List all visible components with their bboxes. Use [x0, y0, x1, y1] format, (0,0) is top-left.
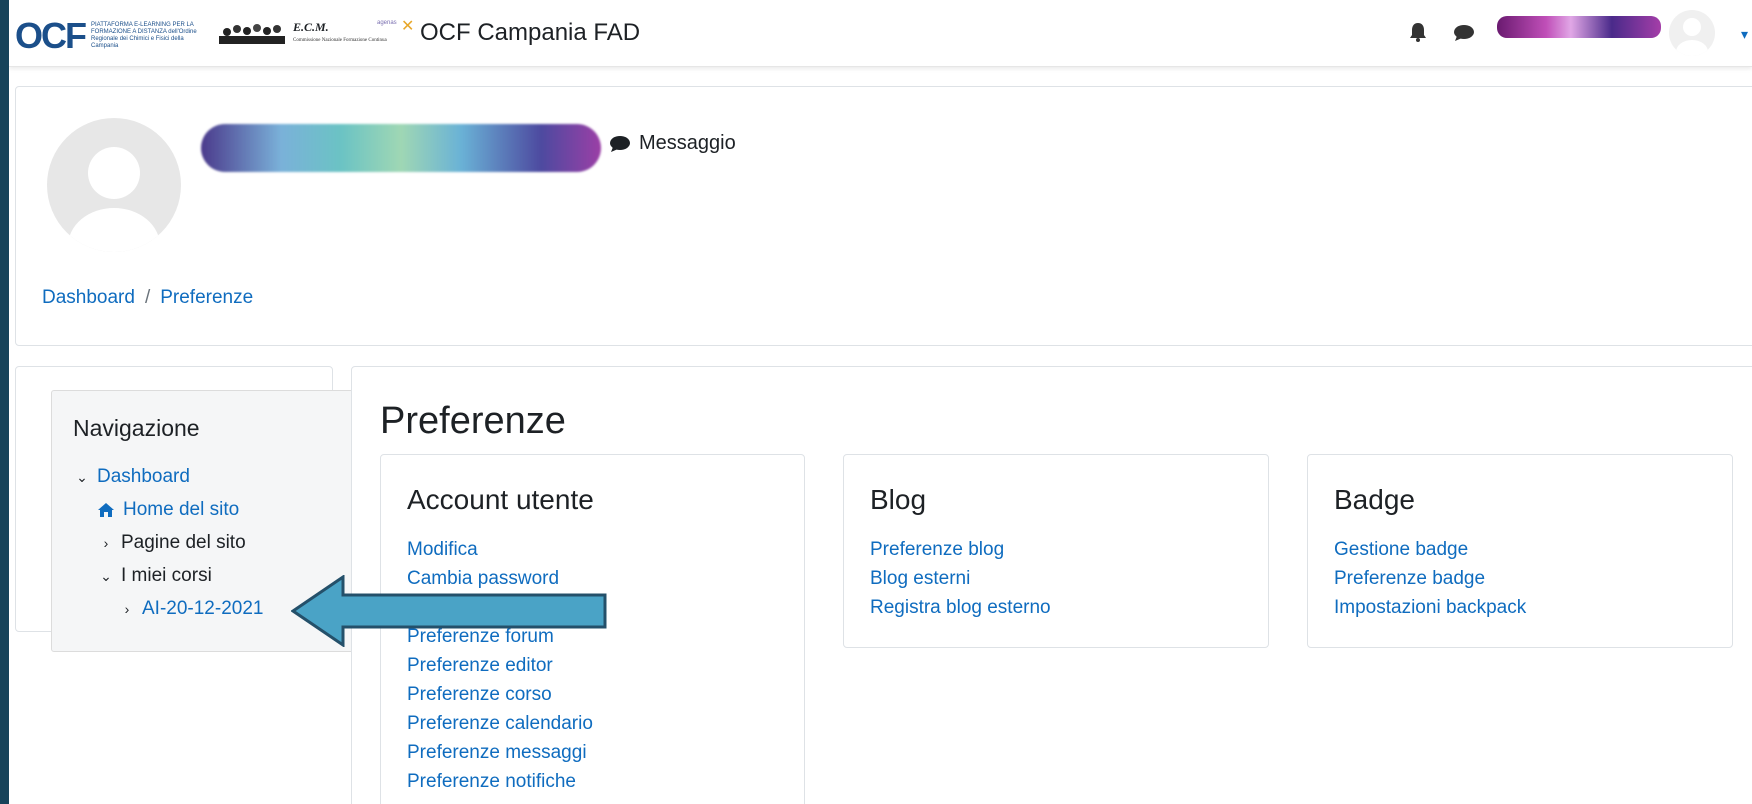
- card-badge-links: Gestione badge Preferenze badge Impostaz…: [1334, 535, 1526, 622]
- ocf-logo[interactable]: OCF PIATTAFORMA E-LEARNING PER LA FORMAZ…: [15, 18, 201, 54]
- agenas-logo-text: agenas: [377, 20, 397, 26]
- nav-item-site-pages[interactable]: › Pagine del sito: [99, 532, 246, 554]
- card-blog-title: Blog: [870, 484, 927, 515]
- card-blog-links: Preferenze blog Blog esterni Registra bl…: [870, 535, 1051, 622]
- ocf-logo-tagline: PIATTAFORMA E-LEARNING PER LA FORMAZIONE…: [91, 22, 197, 49]
- site-name[interactable]: OCF Campania FAD: [420, 19, 640, 47]
- chevron-right-icon: ›: [124, 601, 130, 617]
- agenas-mark-icon: ✕: [401, 18, 415, 35]
- link-modifica[interactable]: Modifica: [407, 535, 593, 564]
- card-account-title: Account utente: [407, 484, 594, 515]
- ecm-title: E.C.M.: [293, 20, 329, 34]
- chevron-down-icon: ⌄: [100, 567, 112, 584]
- moodle-screen: OCF PIATTAFORMA E-LEARNING PER LA FORMAZ…: [9, 0, 1752, 804]
- chevron-right-icon: ›: [103, 535, 109, 551]
- nav-item-my-courses[interactable]: ⌄ I miei corsi: [99, 565, 212, 587]
- link-impostazioni-backpack[interactable]: Impostazioni backpack: [1334, 593, 1526, 622]
- chat-icon: [610, 135, 630, 152]
- link-preferenze-notifiche[interactable]: Preferenze notifiche: [407, 767, 593, 796]
- chat-icon[interactable]: [1453, 24, 1475, 42]
- home-icon: [98, 503, 114, 517]
- annotation-arrow-icon: [291, 575, 607, 647]
- ecm-subtitle: Commissione Nazionale Formazione Continu…: [293, 38, 387, 43]
- profile-avatar: [47, 118, 181, 252]
- breadcrumb: Dashboard / Preferenze: [42, 287, 253, 309]
- card-badge-title: Badge: [1334, 484, 1415, 515]
- ocf-logo-text: OCF: [15, 15, 87, 56]
- profile-name-redacted: [201, 124, 601, 172]
- message-label: Messaggio: [639, 132, 736, 154]
- user-avatar[interactable]: [1669, 10, 1715, 56]
- breadcrumb-preferenze[interactable]: Preferenze: [160, 287, 253, 309]
- nav-item-label[interactable]: Home del sito: [123, 499, 239, 521]
- link-registra-blog-esterno[interactable]: Registra blog esterno: [870, 593, 1051, 622]
- top-navbar: OCF PIATTAFORMA E-LEARNING PER LA FORMAZ…: [9, 0, 1752, 67]
- navigation-title: Navigazione: [73, 415, 200, 441]
- nav-item-course[interactable]: › AI-20-12-2021: [120, 598, 264, 620]
- ecm-people-icon: [219, 24, 285, 44]
- link-preferenze-editor[interactable]: Preferenze editor: [407, 651, 593, 680]
- breadcrumb-dashboard[interactable]: Dashboard: [42, 287, 135, 309]
- chevron-down-icon: ⌄: [76, 468, 88, 485]
- link-preferenze-blog[interactable]: Preferenze blog: [870, 535, 1051, 564]
- user-name-redacted[interactable]: [1497, 16, 1661, 38]
- link-blog-esterni[interactable]: Blog esterni: [870, 564, 1051, 593]
- nav-item-dashboard[interactable]: ⌄ Dashboard: [75, 466, 190, 488]
- message-button[interactable]: Messaggio: [609, 132, 736, 155]
- link-preferenze-corso[interactable]: Preferenze corso: [407, 680, 593, 709]
- breadcrumb-separator: /: [144, 287, 151, 308]
- nav-item-home[interactable]: Home del sito: [97, 499, 239, 521]
- link-preferenze-badge[interactable]: Preferenze badge: [1334, 564, 1526, 593]
- chevron-down-icon[interactable]: ▾: [1741, 26, 1748, 43]
- nav-item-label[interactable]: AI-20-12-2021: [142, 598, 263, 620]
- ecm-logo: E.C.M. Commissione Nazionale Formazione …: [219, 20, 387, 44]
- bell-icon[interactable]: [1409, 22, 1427, 42]
- link-gestione-badge[interactable]: Gestione badge: [1334, 535, 1526, 564]
- nav-item-label[interactable]: Dashboard: [97, 466, 190, 488]
- page-title: Preferenze: [380, 400, 566, 442]
- nav-item-label: I miei corsi: [121, 565, 212, 586]
- nav-item-label: Pagine del sito: [121, 532, 246, 553]
- link-preferenze-calendario[interactable]: Preferenze calendario: [407, 709, 593, 738]
- link-preferenze-messaggi[interactable]: Preferenze messaggi: [407, 738, 593, 767]
